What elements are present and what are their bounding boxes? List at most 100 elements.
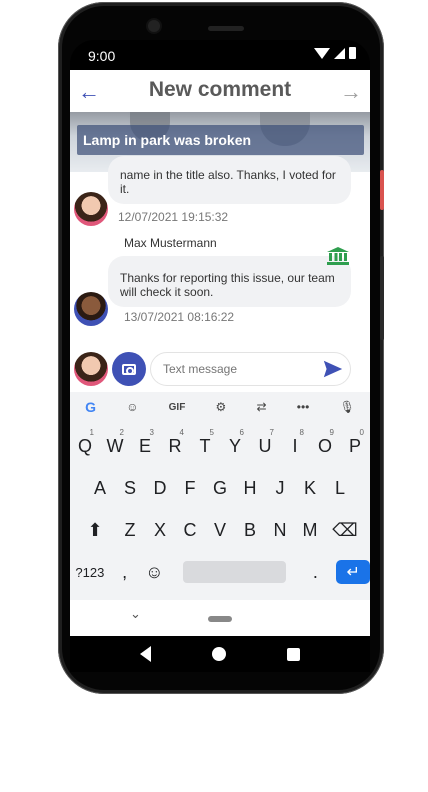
key-q[interactable]: Q1 <box>70 426 100 466</box>
front-camera <box>148 20 160 32</box>
keyboard-bottom-bar: ⌄ <box>70 600 370 636</box>
key-c[interactable]: C <box>175 510 205 550</box>
key-d[interactable]: D <box>145 468 175 508</box>
backspace-key[interactable]: ⌫ <box>325 510 365 550</box>
key-label: M <box>302 519 318 540</box>
key-row-2: ASDFGHJKL <box>70 468 370 508</box>
system-nav-bar <box>70 636 370 672</box>
key-label: O <box>317 435 332 456</box>
status-icons <box>314 47 356 59</box>
key-hint: 5 <box>209 428 214 437</box>
key-label: B <box>243 519 256 540</box>
key-y[interactable]: Y6 <box>220 426 250 466</box>
key-w[interactable]: W2 <box>100 426 130 466</box>
key-u[interactable]: U7 <box>250 426 280 466</box>
key-label: T <box>199 435 211 456</box>
keyboard: G ☺ GIF ⚙ ⇄ ••• 🎙 Q1W2E3R4T5Y6U7I8O9P0 A… <box>70 392 370 600</box>
chat-area[interactable]: name in the title also. Thanks, I voted … <box>70 112 370 392</box>
volume-button <box>380 256 384 340</box>
key-p[interactable]: P0 <box>340 426 370 466</box>
key-label: A <box>93 477 106 498</box>
key-hint: 0 <box>359 428 364 437</box>
nav-home-icon[interactable] <box>211 647 226 661</box>
page-title: New comment <box>148 78 292 101</box>
gif-button[interactable]: GIF <box>169 402 186 413</box>
key-label: N <box>273 519 287 540</box>
message-bubble: name in the title also. Thanks, I voted … <box>108 156 351 204</box>
key-z[interactable]: Z <box>115 510 145 550</box>
issue-title: Lamp in park was broken <box>77 125 364 155</box>
nav-recents-icon[interactable] <box>286 647 300 661</box>
key-r[interactable]: R4 <box>160 426 190 466</box>
google-icon[interactable]: G <box>85 399 96 415</box>
key-label: V <box>213 519 226 540</box>
key-label: Z <box>124 519 136 540</box>
translate-icon[interactable]: ⇄ <box>257 400 267 414</box>
government-building-icon <box>327 247 349 265</box>
comma-key[interactable]: , <box>110 552 140 592</box>
key-e[interactable]: E3 <box>130 426 160 466</box>
camera-icon <box>122 363 136 375</box>
key-b[interactable]: B <box>235 510 265 550</box>
send-icon[interactable] <box>322 358 344 380</box>
sticker-icon[interactable]: ☺ <box>126 400 138 414</box>
message-text: Thanks for reporting this issue, our tea… <box>120 271 335 299</box>
key-label: D <box>153 477 167 498</box>
key-label: S <box>123 477 136 498</box>
key-l[interactable]: L <box>325 468 355 508</box>
row3-letters: ZXCVBNM <box>115 510 325 550</box>
chevron-down-icon[interactable]: ⌄ <box>130 606 141 622</box>
key-hint: 9 <box>329 428 334 437</box>
key-label: Y <box>228 435 241 456</box>
key-m[interactable]: M <box>295 510 325 550</box>
nav-back-icon[interactable] <box>140 646 152 662</box>
key-i[interactable]: I8 <box>280 426 310 466</box>
arrow-right-icon[interactable]: → <box>340 79 362 105</box>
key-label: H <box>243 477 257 498</box>
gesture-pill <box>208 616 232 622</box>
emoji-icon[interactable]: ☺ <box>139 552 169 592</box>
space-key[interactable] <box>183 561 287 583</box>
key-x[interactable]: X <box>145 510 175 550</box>
key-t[interactable]: T5 <box>190 426 220 466</box>
keyboard-toolbar: G ☺ GIF ⚙ ⇄ ••• 🎙 <box>70 392 370 422</box>
key-row-1: Q1W2E3R4T5Y6U7I8O9P0 <box>70 426 370 466</box>
shift-key[interactable]: ⬆ <box>75 510 115 550</box>
avatar <box>74 292 108 326</box>
key-s[interactable]: S <box>115 468 145 508</box>
key-label: X <box>153 519 166 540</box>
more-icon[interactable]: ••• <box>297 400 310 414</box>
key-g[interactable]: G <box>205 468 235 508</box>
mic-icon[interactable]: 🎙 <box>340 400 355 414</box>
message-author: Max Mustermann <box>124 236 217 250</box>
key-j[interactable]: J <box>265 468 295 508</box>
key-label: C <box>183 519 197 540</box>
key-n[interactable]: N <box>265 510 295 550</box>
enter-key[interactable]: ↵ <box>336 560 370 584</box>
wifi-icon <box>314 47 330 59</box>
key-label: K <box>303 477 316 498</box>
status-time: 9:00 <box>88 48 116 64</box>
signal-icon <box>334 47 345 59</box>
message-composer <box>70 348 370 392</box>
camera-button[interactable] <box>112 352 146 386</box>
gear-icon[interactable]: ⚙ <box>216 400 227 414</box>
key-k[interactable]: K <box>295 468 325 508</box>
key-label: I <box>292 435 298 456</box>
message-text: name in the title also. Thanks, I voted … <box>120 168 336 196</box>
message-input[interactable] <box>150 352 351 386</box>
key-hint: 7 <box>269 428 274 437</box>
avatar <box>74 192 108 226</box>
key-hint: 2 <box>119 428 124 437</box>
key-label: L <box>334 477 345 498</box>
key-h[interactable]: H <box>235 468 265 508</box>
key-hint: 3 <box>149 428 154 437</box>
key-o[interactable]: O9 <box>310 426 340 466</box>
symbols-key[interactable]: ?123 <box>70 552 110 592</box>
key-v[interactable]: V <box>205 510 235 550</box>
key-f[interactable]: F <box>175 468 205 508</box>
key-a[interactable]: A <box>85 468 115 508</box>
period-key[interactable]: . <box>300 552 330 592</box>
key-label: F <box>184 477 196 498</box>
key-label: Q <box>77 435 92 456</box>
